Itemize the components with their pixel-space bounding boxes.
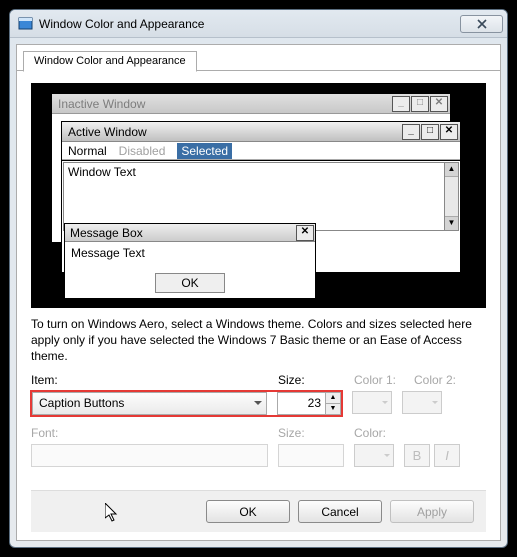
menu-normal[interactable]: Normal xyxy=(68,144,107,158)
msgbox-ok-button[interactable]: OK xyxy=(155,273,225,293)
description-text: To turn on Windows Aero, select a Window… xyxy=(31,316,486,365)
close-icon[interactable]: ✕ xyxy=(296,225,314,241)
window-text[interactable]: Window Text xyxy=(63,162,444,231)
color1-label: Color 1: xyxy=(354,373,404,387)
font-size-label: Size: xyxy=(278,426,344,440)
size-input[interactable] xyxy=(277,392,325,415)
font-color-label: Color: xyxy=(354,426,404,440)
scrollbar[interactable]: ▲ ▼ xyxy=(444,162,459,231)
size-spinner[interactable]: ▲ ▼ xyxy=(277,392,341,415)
apply-button: Apply xyxy=(390,500,474,523)
menu-disabled: Disabled xyxy=(119,144,166,158)
font-combo xyxy=(31,444,268,467)
close-button[interactable] xyxy=(460,15,503,33)
inactive-window-caption: Inactive Window xyxy=(58,97,145,111)
color2-button xyxy=(402,391,442,414)
dialog-buttons: OK Cancel Apply xyxy=(31,490,486,532)
tab-strip: Window Color and Appearance xyxy=(17,45,500,71)
minimize-icon[interactable]: _ xyxy=(402,124,420,140)
spin-down-icon[interactable]: ▼ xyxy=(326,404,340,414)
ok-button[interactable]: OK xyxy=(206,500,290,523)
tab-body: Inactive Window _ □ ✕ Active Window _ xyxy=(17,71,500,540)
dropdown-icon xyxy=(432,401,438,404)
dropdown-icon xyxy=(384,454,390,457)
dialog-window: Window Color and Appearance Window Color… xyxy=(9,9,508,548)
bold-button: B xyxy=(404,444,430,467)
window-title: Window Color and Appearance xyxy=(39,17,460,31)
item-value: Caption Buttons xyxy=(39,396,124,410)
maximize-icon[interactable]: □ xyxy=(411,96,429,112)
color2-label: Color 2: xyxy=(414,373,464,387)
item-label: Item: xyxy=(31,373,268,387)
app-icon xyxy=(18,16,34,32)
spin-up-icon[interactable]: ▲ xyxy=(326,393,340,404)
preview-message-box[interactable]: Message Box ✕ Message Text OK xyxy=(64,223,316,299)
cancel-button[interactable]: Cancel xyxy=(298,500,382,523)
scroll-down-icon[interactable]: ▼ xyxy=(445,216,458,230)
close-icon[interactable]: ✕ xyxy=(440,124,458,140)
dropdown-icon xyxy=(382,401,388,404)
menu-selected[interactable]: Selected xyxy=(177,143,232,159)
highlighted-controls: Caption Buttons ▲ ▼ xyxy=(31,391,342,416)
preview-menubar: Normal Disabled Selected xyxy=(62,142,460,160)
maximize-icon[interactable]: □ xyxy=(421,124,439,140)
preview-textarea: Window Text ▲ ▼ xyxy=(62,160,460,232)
font-color-button xyxy=(354,444,394,467)
close-icon xyxy=(476,19,488,29)
active-window-caption: Active Window xyxy=(68,125,147,139)
msgbox-caption: Message Box xyxy=(70,226,143,240)
italic-button: I xyxy=(434,444,460,467)
dropdown-icon xyxy=(254,401,262,405)
color1-button xyxy=(352,391,392,414)
close-icon[interactable]: ✕ xyxy=(430,96,448,112)
tab-window-color[interactable]: Window Color and Appearance xyxy=(23,51,197,72)
font-size-combo xyxy=(278,444,344,467)
font-label: Font: xyxy=(31,426,268,440)
scroll-up-icon[interactable]: ▲ xyxy=(445,163,458,177)
titlebar[interactable]: Window Color and Appearance xyxy=(10,10,507,38)
msgbox-text: Message Text xyxy=(65,242,315,264)
client-area: Window Color and Appearance Inactive Win… xyxy=(16,44,501,541)
minimize-icon[interactable]: _ xyxy=(392,96,410,112)
size-label: Size: xyxy=(278,373,344,387)
preview-area: Inactive Window _ □ ✕ Active Window _ xyxy=(31,83,486,308)
item-combo[interactable]: Caption Buttons xyxy=(32,392,267,415)
